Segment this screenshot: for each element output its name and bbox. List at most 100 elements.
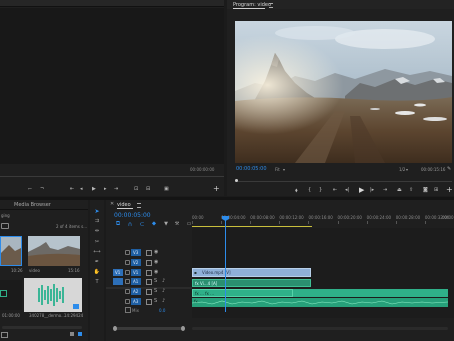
lift-icon[interactable]: ⏏	[397, 187, 402, 193]
eye-icon[interactable]: ◉	[154, 249, 158, 255]
eye-icon[interactable]: ◉	[154, 259, 158, 265]
source-add-button-icon[interactable]: +	[213, 184, 220, 193]
lock-icon[interactable]	[125, 260, 130, 265]
solo-icon[interactable]: S	[154, 288, 157, 294]
audio-clip-a2-ext[interactable]	[293, 289, 448, 297]
marker-icon[interactable]: ▼	[163, 221, 169, 227]
timeline-h-scrollbar[interactable]	[192, 327, 448, 330]
audio-clip-a1[interactable]: fx Vi...4 [A]	[192, 279, 311, 287]
thumbnail-view-icon[interactable]	[78, 332, 82, 336]
razor-icon[interactable]: ✂	[94, 239, 100, 245]
chevron-down-icon[interactable]: ▾	[406, 167, 408, 172]
source-step-fwd-icon[interactable]: ▸	[104, 186, 107, 192]
camera-icon[interactable]: ◙	[423, 187, 428, 193]
go-to-out-icon[interactable]: ⇥	[383, 187, 387, 193]
extract-icon[interactable]: ⇪	[409, 187, 413, 193]
button-editor-icon[interactable]: ⊞	[434, 187, 438, 193]
sync-lock-icon[interactable]	[146, 260, 152, 266]
snap-icon[interactable]: ∩	[127, 221, 133, 228]
work-area-bar[interactable]	[192, 226, 312, 227]
add-button-icon[interactable]: +	[446, 185, 453, 194]
wrench-icon[interactable]: ✎	[447, 166, 452, 172]
program-zoom-select[interactable]: Fit	[275, 167, 280, 172]
wrench-icon[interactable]: ⚒	[174, 221, 180, 227]
source-play-icon[interactable]: ▶	[92, 186, 96, 192]
eye-icon[interactable]: ◉	[154, 269, 158, 275]
program-quality-select[interactable]: 1/2	[399, 167, 405, 172]
track-target-toggle[interactable]: A1	[131, 278, 141, 285]
scroll-handle-left[interactable]	[113, 326, 117, 331]
source-export-frame-icon[interactable]: ▣	[164, 186, 169, 192]
hand-icon[interactable]: ✋	[94, 269, 100, 275]
step-back-icon[interactable]: ◂|	[345, 187, 349, 193]
marker-icon[interactable]: ⬧	[295, 187, 298, 195]
list-view-icon[interactable]	[70, 332, 74, 336]
folder-icon[interactable]	[1, 223, 9, 229]
lock-icon[interactable]	[125, 299, 130, 304]
play-icon[interactable]: ▶	[359, 186, 364, 194]
track-target-toggle[interactable]: A2	[131, 288, 141, 295]
source-patch[interactable]: V1	[113, 269, 123, 276]
track-target-toggle[interactable]: V1	[131, 269, 141, 276]
mic-icon[interactable]: ♪	[162, 298, 165, 304]
hamburger-menu-icon[interactable]	[269, 3, 273, 8]
chevron-down-icon[interactable]: ▾	[283, 167, 285, 172]
lock-icon[interactable]	[125, 279, 130, 284]
linked-selection-icon[interactable]: ⊂	[139, 221, 145, 228]
media-thumb-1[interactable]	[0, 236, 22, 266]
pen-icon[interactable]: ✒	[94, 259, 100, 265]
lock-icon[interactable]	[125, 250, 130, 255]
type-tool-icon[interactable]: T	[94, 279, 100, 285]
nest-toggle-icon[interactable]: ⧉	[115, 220, 121, 227]
timeline-zoom-scrollbar[interactable]	[113, 326, 185, 331]
playhead-handle[interactable]	[235, 179, 238, 182]
source-insert-icon[interactable]: ⊡	[134, 186, 138, 192]
go-to-in-icon[interactable]: ⇤	[333, 187, 337, 193]
track-header-a3[interactable]: A3 S ♪	[106, 297, 190, 309]
media-thumb-2[interactable]	[28, 236, 80, 266]
program-timecode[interactable]: 00:00:05:00	[236, 167, 267, 172]
media-thumb-4[interactable]	[24, 278, 82, 312]
scroll-handle-right[interactable]	[181, 326, 185, 331]
media-browser-scrollbar[interactable]	[2, 326, 82, 329]
source-mark-in-icon[interactable]: ⌐	[28, 186, 32, 192]
source-go-in-icon[interactable]: ⇤	[70, 186, 74, 192]
lock-icon[interactable]	[125, 270, 130, 275]
mark-in-icon[interactable]: {	[308, 187, 311, 193]
ripple-edit-icon[interactable]: ⇹	[94, 228, 100, 234]
lock-icon[interactable]	[125, 289, 130, 294]
mute-icon[interactable]	[146, 279, 152, 285]
mark-out-icon[interactable]: }	[319, 187, 322, 193]
audio-clip-a3[interactable]: fx	[192, 298, 448, 307]
source-scrubber[interactable]	[0, 176, 224, 177]
track-target-toggle[interactable]: A3	[131, 298, 141, 305]
solo-icon[interactable]: S	[154, 298, 157, 304]
audio-clip-a2[interactable]: fx ... fx ...	[192, 289, 293, 297]
mic-icon[interactable]: ♪	[162, 278, 165, 284]
timeline-close-icon[interactable]: ✕	[110, 201, 114, 207]
source-go-out-icon[interactable]: ⇥	[114, 186, 118, 192]
media-thumb-3[interactable]	[0, 280, 22, 310]
source-overwrite-icon[interactable]: ⊟	[146, 186, 150, 192]
mute-icon[interactable]	[146, 299, 152, 305]
mix-go-to-icon[interactable]	[125, 307, 131, 313]
sync-lock-icon[interactable]	[146, 250, 152, 256]
mix-value[interactable]: 0.0	[159, 308, 165, 313]
playhead-line[interactable]	[225, 218, 226, 312]
slip-icon[interactable]: ⟷	[93, 249, 100, 255]
program-scrubber[interactable]	[235, 178, 452, 186]
video-clip[interactable]: ▪ Video.mp4 [V]	[192, 268, 311, 277]
source-patch[interactable]	[113, 278, 123, 285]
solo-icon[interactable]: S	[154, 278, 157, 284]
track-target-toggle[interactable]: V3	[131, 249, 141, 256]
hamburger-menu-icon[interactable]	[137, 203, 141, 208]
media-browser-tab[interactable]: Media Browser	[14, 202, 51, 208]
track-select-icon[interactable]: ⇉	[94, 218, 100, 224]
source-step-back-icon[interactable]: ◂	[80, 186, 83, 192]
sync-lock-icon[interactable]	[146, 270, 152, 276]
track-target-toggle[interactable]: V2	[131, 259, 141, 266]
source-mark-out-icon[interactable]: ¬	[40, 186, 44, 192]
step-forward-icon[interactable]: |▸	[370, 187, 374, 193]
mic-icon[interactable]: ♪	[162, 288, 165, 294]
selection-tool-icon[interactable]: ➤	[94, 208, 100, 215]
